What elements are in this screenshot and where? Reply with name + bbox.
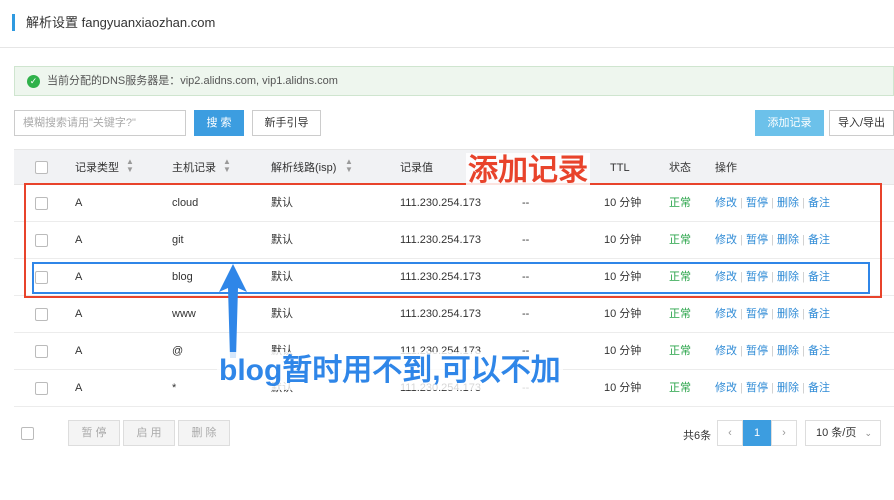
divider: |	[737, 382, 746, 394]
search-input[interactable]	[14, 110, 186, 136]
row-actions: 修改 | 暂停 | 删除 | 备注	[715, 382, 830, 395]
host-record: @	[172, 345, 184, 357]
divider: |	[767, 382, 777, 394]
sort-icon[interactable]: ▲ ▼	[223, 158, 231, 174]
batch-enable-button[interactable]: 启 用	[123, 420, 175, 446]
note-link[interactable]: 备注	[808, 345, 830, 357]
edit-link[interactable]: 修改	[715, 345, 737, 357]
resolve-line: 默认	[271, 308, 293, 320]
add-record-button[interactable]: 添加记录	[755, 110, 824, 136]
header-actions: 操作	[715, 162, 737, 174]
header-status: 状态	[669, 162, 691, 174]
sort-icon[interactable]: ▲ ▼	[345, 158, 353, 174]
divider: |	[737, 308, 746, 320]
edit-link[interactable]: 修改	[715, 308, 737, 320]
page-1-button[interactable]: 1	[743, 420, 771, 446]
pause-link[interactable]: 暂停	[746, 345, 768, 357]
row-checkbox[interactable]	[35, 308, 48, 321]
blog-annotation: blog暂时用不到,可以不加	[217, 352, 563, 390]
dns-server-text: 当前分配的DNS服务器是：vip2.alidns.com, vip1.alidn…	[47, 75, 338, 87]
host-record: www	[172, 308, 196, 320]
arrow-up-icon	[219, 264, 247, 358]
record-value: 111.230.254.173	[400, 308, 481, 320]
batch-delete-button[interactable]: 删 除	[178, 420, 230, 446]
page-header: 解析设置 fangyuanxiaozhan.com	[0, 0, 894, 48]
record-type: A	[75, 382, 83, 394]
note-link[interactable]: 备注	[808, 308, 830, 320]
edit-link[interactable]: 修改	[715, 382, 737, 394]
host-record: *	[172, 382, 177, 394]
divider: |	[798, 345, 808, 357]
table-row: Awww 默认 111.230.254.173 -- 10 分钟 正常 修改 | 暂停 | …	[14, 296, 894, 333]
batch-pause-button[interactable]: 暂 停	[68, 420, 120, 446]
ttl-value: 10 分钟	[604, 345, 642, 357]
delete-link[interactable]: 删除	[777, 308, 799, 320]
mx-priority: --	[522, 308, 530, 320]
record-type: A	[75, 345, 83, 357]
delete-link[interactable]: 删除	[777, 382, 799, 394]
row-actions: 修改 | 暂停 | 删除 | 备注	[715, 308, 830, 321]
note-link[interactable]: 备注	[808, 382, 830, 394]
prev-page-button[interactable]: ‹	[717, 420, 743, 446]
search-button[interactable]: 搜 索	[194, 110, 244, 136]
pause-link[interactable]: 暂停	[746, 382, 768, 394]
ttl-value: 10 分钟	[604, 382, 642, 394]
next-page-button[interactable]: ›	[771, 420, 797, 446]
select-all-checkbox[interactable]	[35, 161, 48, 174]
divider: |	[798, 308, 808, 320]
delete-link[interactable]: 删除	[777, 345, 799, 357]
divider: |	[798, 382, 808, 394]
dns-server-notice: ✓ 当前分配的DNS服务器是：vip2.alidns.com, vip1.ali…	[14, 66, 894, 96]
row-checkbox[interactable]	[35, 345, 48, 358]
header-host[interactable]: 主机记录	[172, 161, 216, 175]
header-ttl: TTL	[610, 162, 630, 174]
header-line[interactable]: 解析线路(isp)	[271, 161, 336, 175]
divider: |	[767, 345, 777, 357]
ttl-value: 10 分钟	[604, 308, 642, 320]
header-value: 记录值	[400, 162, 433, 174]
sort-icon[interactable]: ▲ ▼	[126, 158, 134, 174]
footer-select-all-checkbox[interactable]	[21, 427, 34, 440]
page-title: 解析设置 fangyuanxiaozhan.com	[26, 15, 216, 30]
record-type: A	[75, 308, 83, 320]
header-type[interactable]: 记录类型	[75, 161, 119, 175]
status-badge: 正常	[669, 308, 691, 320]
divider: |	[767, 308, 777, 320]
status-badge: 正常	[669, 345, 691, 357]
total-count: 共6条	[683, 430, 712, 442]
guide-button[interactable]: 新手引导	[252, 110, 321, 136]
pause-link[interactable]: 暂停	[746, 308, 768, 320]
title-accent-bar	[12, 14, 15, 31]
row-actions: 修改 | 暂停 | 删除 | 备注	[715, 345, 830, 358]
row-checkbox[interactable]	[35, 382, 48, 395]
blog-row-highlight	[32, 262, 870, 294]
import-export-button[interactable]: 导入/导出	[829, 110, 894, 136]
check-circle-icon: ✓	[27, 75, 40, 88]
page-size-value: 10 条/页	[816, 427, 857, 439]
dns-settings-page: 解析设置 fangyuanxiaozhan.com ✓ 当前分配的DNS服务器是…	[0, 0, 894, 500]
table-header: 记录类型 ▲ ▼ 主机记录 ▲ ▼ 解析线路(isp) ▲ ▼ 记录值 TTL 状态 …	[14, 149, 894, 185]
add-records-annotation: 添加记录	[466, 153, 590, 189]
chevron-down-icon: ⌄	[864, 428, 872, 438]
divider: |	[737, 345, 746, 357]
page-size-select[interactable]: 10 条/页 ⌄	[805, 420, 881, 446]
status-badge: 正常	[669, 382, 691, 394]
